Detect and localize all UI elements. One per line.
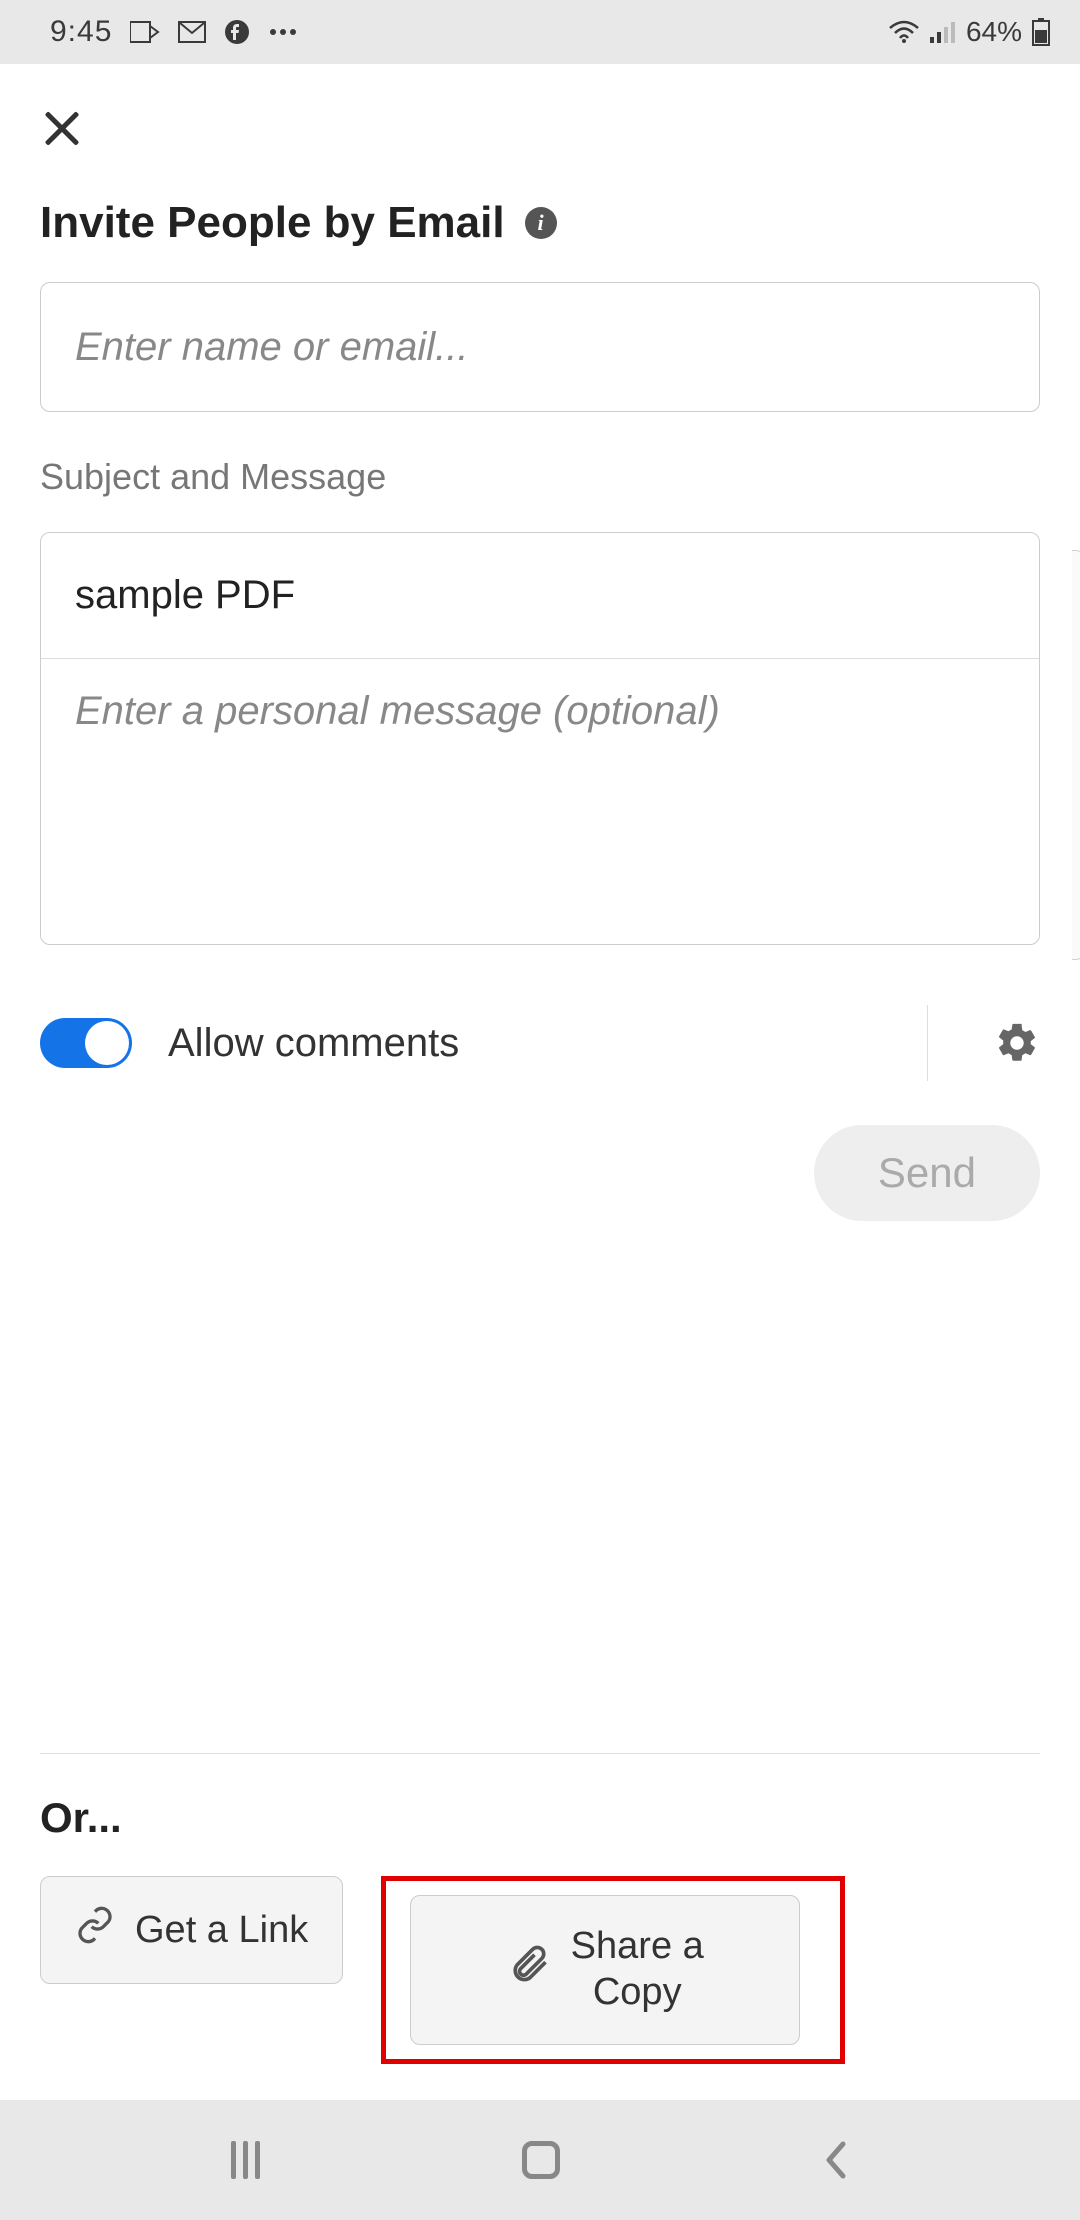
toggle-knob	[85, 1021, 129, 1065]
send-button[interactable]: Send	[814, 1125, 1040, 1221]
paperclip-icon	[507, 1942, 551, 1998]
or-label: Or...	[40, 1794, 1040, 1842]
separator	[927, 1005, 928, 1081]
subject-field[interactable]	[41, 533, 1039, 659]
share-copy-label-1: Share a	[571, 1924, 704, 1970]
status-bar: 9:45 64%	[0, 0, 1080, 64]
signal-icon	[930, 21, 956, 43]
close-icon[interactable]	[40, 104, 84, 148]
battery-percent: 64%	[966, 16, 1022, 48]
info-icon[interactable]: i	[525, 207, 557, 239]
share-copy-button[interactable]: Share a Copy	[410, 1895, 800, 2045]
subject-message-label: Subject and Message	[40, 456, 1040, 498]
nav-recents-icon[interactable]	[231, 2141, 260, 2179]
nav-back-icon[interactable]	[823, 2140, 849, 2180]
nav-home-icon[interactable]	[522, 2141, 560, 2179]
get-link-label: Get a Link	[135, 1909, 308, 1952]
status-right: 64%	[888, 16, 1050, 48]
android-nav-bar	[0, 2100, 1080, 2220]
status-left: 9:45	[50, 15, 298, 49]
gmail-icon	[178, 21, 206, 43]
battery-icon	[1032, 18, 1050, 46]
message-group	[40, 532, 1040, 945]
wifi-icon	[888, 20, 920, 44]
highlight-box: Share a Copy	[381, 1876, 845, 2064]
email-field[interactable]	[40, 282, 1040, 412]
page-title: Invite People by Email	[40, 198, 505, 248]
outlook-icon	[130, 20, 160, 44]
status-time: 9:45	[50, 15, 112, 49]
facebook-icon	[224, 19, 250, 45]
more-icon	[268, 27, 298, 37]
divider	[40, 1753, 1040, 1754]
gear-icon[interactable]	[994, 1020, 1040, 1066]
alternate-share: Or... Get a Link Share a Copy	[0, 1753, 1080, 2100]
allow-comments-label: Allow comments	[168, 1021, 891, 1066]
message-field[interactable]	[41, 659, 1039, 939]
allow-comments-toggle[interactable]	[40, 1018, 132, 1068]
get-link-button[interactable]: Get a Link	[40, 1876, 343, 1984]
share-copy-label-2: Copy	[593, 1970, 682, 2016]
share-panel: Invite People by Email i Subject and Mes…	[0, 64, 1080, 2100]
scroll-indicator[interactable]	[1072, 550, 1080, 960]
link-icon	[75, 1905, 115, 1955]
